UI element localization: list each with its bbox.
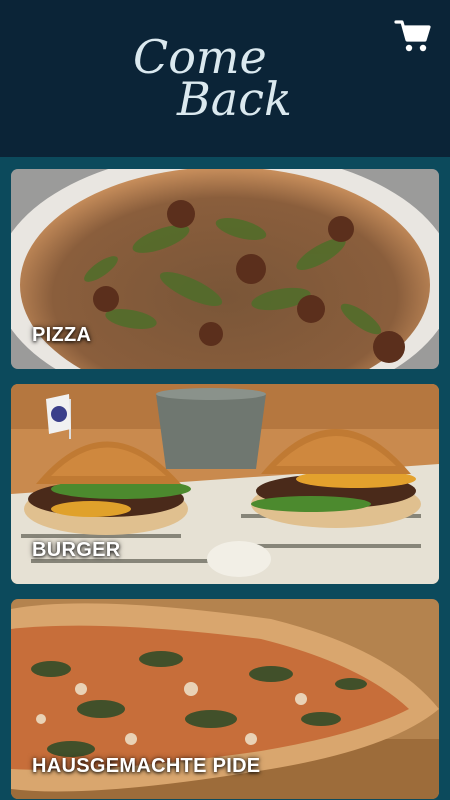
cart-button[interactable] [394, 18, 432, 54]
category-card-pizza[interactable]: PIZZA [11, 169, 439, 369]
logo-line-2: Back [176, 72, 292, 126]
shopping-cart-icon [394, 20, 431, 52]
app-header: Come Back [0, 0, 450, 157]
category-label: HAUSGEMACHTE PIDE [32, 755, 261, 777]
category-label: BURGER [32, 539, 121, 561]
come-back-logo: Come Back [133, 30, 292, 126]
category-card-burger[interactable]: BURGER [11, 384, 439, 584]
category-card-pide[interactable]: HAUSGEMACHTE PIDE [11, 599, 439, 799]
category-label: PIZZA [32, 324, 92, 346]
